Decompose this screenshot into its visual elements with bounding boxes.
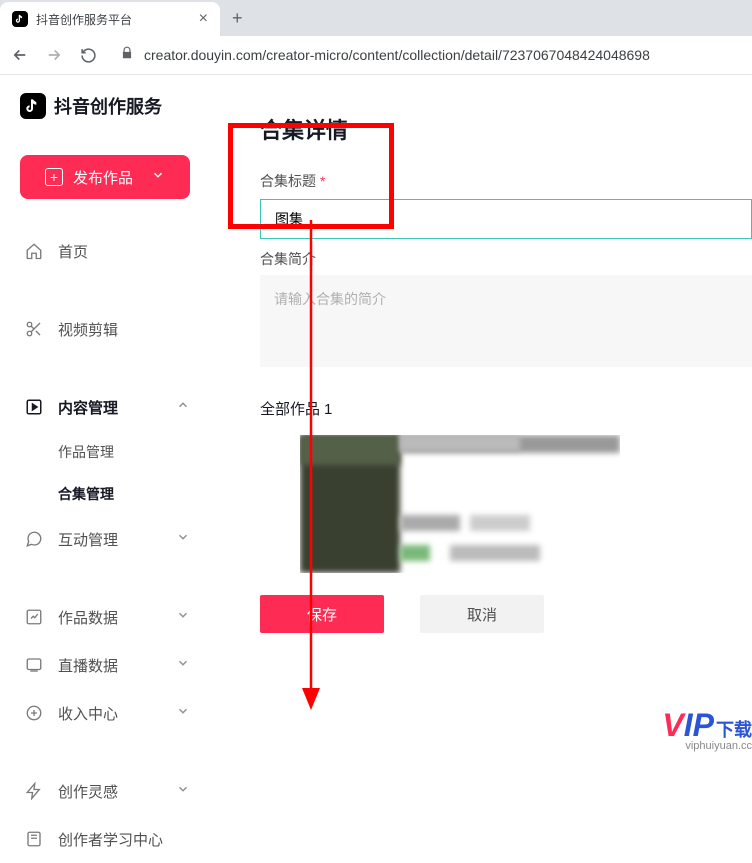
sidebar-item-learning[interactable]: 创作者学习中心 <box>20 815 190 863</box>
watermark: VIP下载 viphuiyuan.cc <box>662 707 752 752</box>
all-works-label: 全部作品1 <box>210 398 752 419</box>
sidebar-item-inspiration[interactable]: 创作灵感 <box>20 767 190 815</box>
url-text: creator.douyin.com/creator-micro/content… <box>144 47 650 63</box>
chevron-down-icon <box>176 704 190 722</box>
chart-icon <box>24 607 44 627</box>
close-icon[interactable]: × <box>199 10 208 28</box>
douyin-favicon <box>12 11 28 27</box>
sidebar-sub-label: 合集管理 <box>58 484 114 504</box>
chevron-down-icon <box>176 608 190 626</box>
sidebar-item-works-data[interactable]: 作品数据 <box>20 593 190 641</box>
chat-icon <box>24 529 44 549</box>
plus-icon: + <box>45 168 63 186</box>
address-bar: creator.douyin.com/creator-micro/content… <box>0 36 752 74</box>
live-icon <box>24 655 44 675</box>
sidebar-item-label: 收入中心 <box>58 703 118 724</box>
sidebar: 抖音创作服务 + 发布作品 首页 视频剪辑 <box>0 75 210 763</box>
reload-icon[interactable] <box>78 45 98 65</box>
chevron-down-icon <box>151 168 165 186</box>
sidebar-sub-works-manage[interactable]: 作品管理 <box>20 431 190 473</box>
collection-desc-input[interactable] <box>260 275 752 367</box>
browser-tab[interactable]: 抖音创作服务平台 × <box>0 2 220 36</box>
sidebar-item-label: 首页 <box>58 241 88 262</box>
app: 抖音创作服务 + 发布作品 首页 视频剪辑 <box>0 75 752 763</box>
scissors-icon <box>24 319 44 339</box>
sidebar-item-label: 互动管理 <box>58 529 118 550</box>
home-icon <box>24 241 44 261</box>
sidebar-item-label: 创作灵感 <box>58 781 118 802</box>
flash-icon <box>24 781 44 801</box>
sidebar-item-content-manage[interactable]: 内容管理 <box>20 383 190 431</box>
browser-chrome: 抖音创作服务平台 × + creator.douyin.com/creator-… <box>0 0 752 75</box>
book-icon <box>24 829 44 849</box>
sidebar-item-income[interactable]: 收入中心 <box>20 689 190 737</box>
sidebar-item-video-edit[interactable]: 视频剪辑 <box>20 305 190 353</box>
sidebar-item-label: 创作者学习中心 <box>58 829 163 850</box>
tab-bar: 抖音创作服务平台 × + <box>0 0 752 36</box>
forward-icon[interactable] <box>44 45 64 65</box>
tab-title: 抖音创作服务平台 <box>36 11 191 28</box>
collection-title-input[interactable] <box>260 199 752 239</box>
sidebar-item-home[interactable]: 首页 <box>20 227 190 275</box>
work-item[interactable] <box>210 435 752 573</box>
plus-circle-icon <box>24 703 44 723</box>
action-buttons: 保存 取消 <box>210 595 752 633</box>
title-field-label: 合集标题* <box>260 171 752 191</box>
cancel-button[interactable]: 取消 <box>420 595 544 633</box>
chevron-down-icon <box>176 530 190 548</box>
main-content: 合集详情 合集标题* 合集简介 全部作品1 <box>210 75 752 763</box>
sidebar-item-live-data[interactable]: 直播数据 <box>20 641 190 689</box>
new-tab-button[interactable]: + <box>220 8 255 29</box>
douyin-logo-icon <box>20 93 46 119</box>
chevron-down-icon <box>176 782 190 800</box>
sidebar-item-label: 内容管理 <box>58 397 118 418</box>
url-box[interactable]: creator.douyin.com/creator-micro/content… <box>112 46 742 65</box>
required-mark: * <box>320 173 325 189</box>
chevron-down-icon <box>176 656 190 674</box>
back-icon[interactable] <box>10 45 30 65</box>
publish-label: 发布作品 <box>73 167 133 188</box>
title-field-row: 合集标题* <box>210 171 752 239</box>
logo-text: 抖音创作服务 <box>54 93 162 119</box>
logo[interactable]: 抖音创作服务 <box>20 93 190 119</box>
save-button[interactable]: 保存 <box>260 595 384 633</box>
sidebar-item-interaction[interactable]: 互动管理 <box>20 515 190 563</box>
work-thumbnail <box>300 435 620 573</box>
chevron-up-icon <box>176 398 190 416</box>
lock-icon <box>120 46 134 65</box>
works-count: 1 <box>324 401 332 418</box>
sidebar-sub-collection-manage[interactable]: 合集管理 <box>20 473 190 515</box>
play-square-icon <box>24 397 44 417</box>
sidebar-item-label: 直播数据 <box>58 655 118 676</box>
page-title: 合集详情 <box>210 113 752 145</box>
desc-field-label: 合集简介 <box>210 249 752 269</box>
publish-button[interactable]: + 发布作品 <box>20 155 190 199</box>
sidebar-sub-label: 作品管理 <box>58 442 114 462</box>
sidebar-item-label: 视频剪辑 <box>58 319 118 340</box>
sidebar-item-label: 作品数据 <box>58 607 118 628</box>
